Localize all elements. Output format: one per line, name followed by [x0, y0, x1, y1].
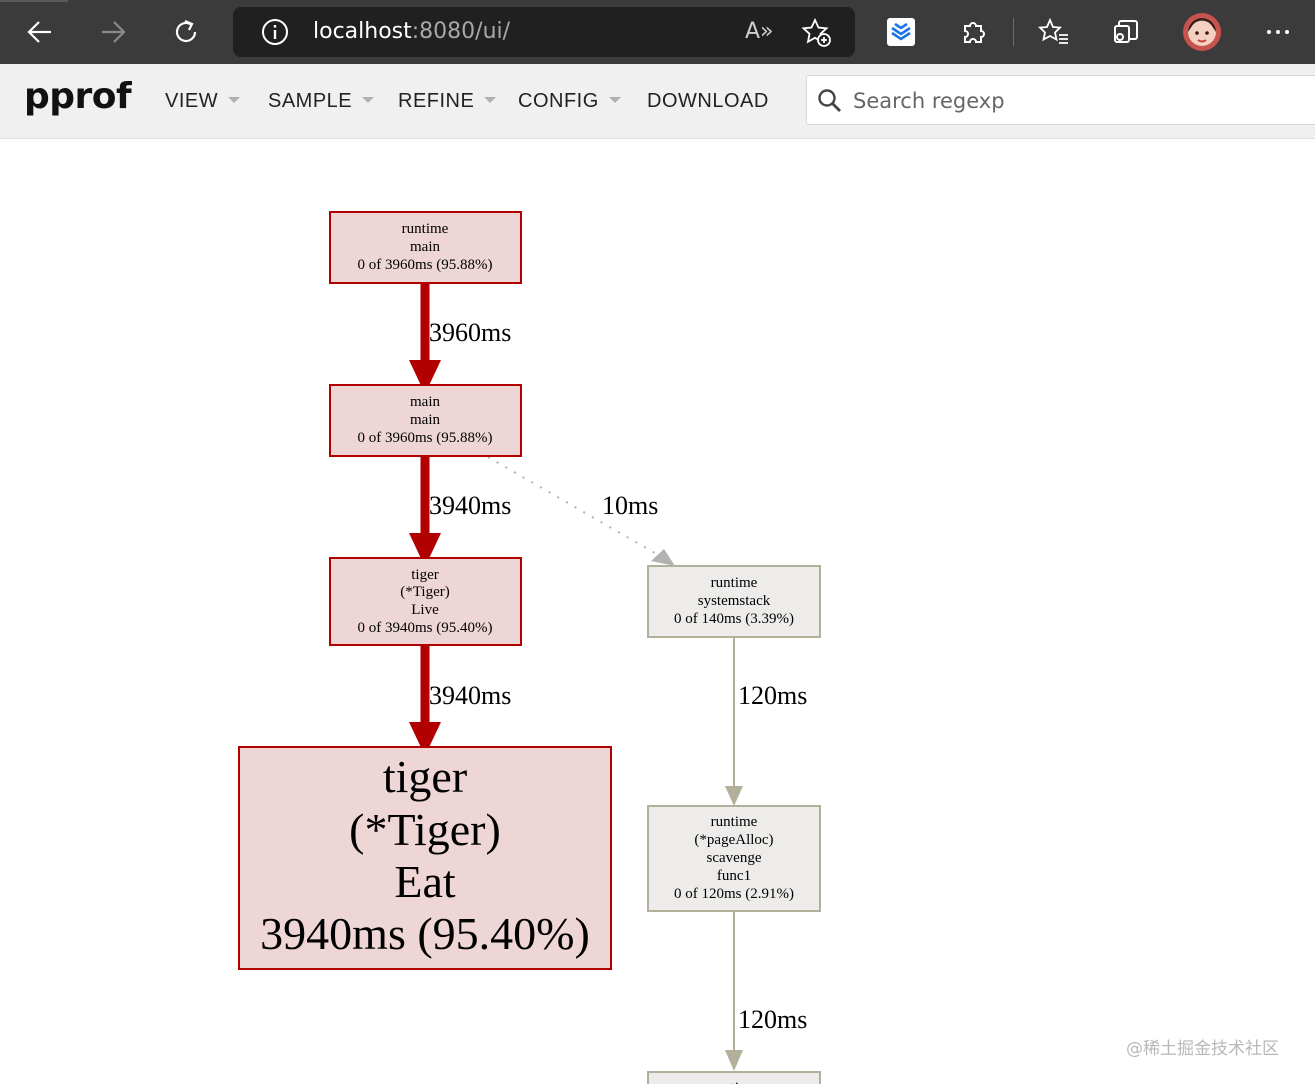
url-path: :8080/ui/ — [411, 19, 511, 44]
browser-toolbar: localhost:8080/ui/ A» — [0, 0, 1315, 64]
address-bar[interactable]: localhost:8080/ui/ A» — [233, 7, 855, 57]
node-label-line: runtime — [402, 221, 449, 237]
edge-label: 10ms — [602, 491, 658, 520]
edge-label: 120ms — [738, 681, 807, 710]
node-label-line: runtime — [711, 1080, 758, 1084]
node-label-line: 0 of 3960ms (95.88%) — [358, 430, 493, 446]
node-label-line: 0 of 3940ms (95.40%) — [358, 620, 493, 636]
chevron-down-icon — [362, 97, 375, 103]
avatar — [1183, 13, 1221, 51]
active-tab-accent — [0, 0, 68, 2]
node-label-line: Live — [411, 602, 439, 618]
edge-runtime-main-to-main-main[interactable]: 3960ms — [409, 284, 511, 394]
layers-extension-icon — [887, 18, 915, 46]
pprof-header: pprof VIEW SAMPLE REFINE CONFIG DOWNLOAD — [0, 64, 1315, 139]
menu-download[interactable]: DOWNLOAD — [647, 90, 769, 113]
edge-label: 120ms — [738, 1005, 807, 1034]
node-tiger-live[interactable]: tiger (*Tiger) Live 0 of 3940ms (95.40%) — [329, 557, 522, 646]
menu-refine[interactable]: REFINE — [398, 90, 497, 113]
favorites-list-icon — [1038, 17, 1068, 44]
node-label-line: 0 of 140ms (3.39%) — [674, 611, 794, 627]
chevron-down-icon — [484, 97, 497, 103]
site-info-icon[interactable] — [261, 18, 289, 46]
menu-view[interactable]: VIEW — [165, 90, 241, 113]
forward-arrow-icon — [102, 21, 126, 43]
extension-button[interactable] — [881, 12, 921, 52]
refresh-button[interactable] — [166, 12, 206, 52]
node-partial-bottom[interactable]: runtime — [647, 1071, 821, 1084]
node-label-line: (*Tiger) — [400, 584, 449, 600]
add-favorite-icon[interactable] — [801, 17, 833, 49]
node-label-line: scavenge — [707, 850, 762, 866]
toolbar-separator — [1013, 18, 1014, 46]
chevron-down-icon — [608, 97, 621, 103]
edge-main-main-to-systemstack[interactable]: 10ms — [487, 456, 675, 566]
node-label-line: 3940ms (95.40%) — [260, 908, 590, 959]
menu-config[interactable]: CONFIG — [518, 90, 621, 113]
node-label-line: runtime — [711, 575, 758, 591]
menu-download-label: DOWNLOAD — [647, 90, 769, 112]
read-aloud-icon[interactable]: A» — [745, 19, 774, 44]
puzzle-icon — [964, 22, 985, 43]
node-label-line: systemstack — [698, 593, 771, 609]
menu-view-label: VIEW — [165, 90, 219, 112]
refresh-icon — [175, 19, 197, 43]
search-icon — [818, 89, 841, 112]
edge-label: 3960ms — [429, 318, 511, 347]
edge-tiger-live-to-tiger-eat[interactable]: 3940ms — [409, 646, 511, 756]
more-dots-icon — [1267, 30, 1289, 34]
node-label-line: Eat — [394, 856, 456, 907]
node-label-line: main — [410, 394, 440, 410]
favorites-button[interactable] — [1034, 12, 1074, 52]
watermark: @稀土掘金技术社区 — [1126, 1039, 1279, 1059]
menu-sample[interactable]: SAMPLE — [268, 90, 375, 113]
back-button[interactable] — [20, 12, 60, 52]
node-label-line: tiger — [411, 567, 439, 583]
node-label-line: func1 — [717, 868, 751, 884]
profile-button[interactable] — [1182, 12, 1222, 52]
node-main-main[interactable]: main main 0 of 3960ms (95.88%) — [329, 384, 522, 457]
node-label-line: (*Tiger) — [349, 804, 501, 855]
edge-main-main-to-tiger-live[interactable]: 3940ms — [409, 457, 511, 567]
node-label-line: (*pageAlloc) — [694, 832, 773, 848]
node-label-line: main — [410, 412, 440, 428]
edge-scavenge-to-next[interactable]: 120ms — [725, 912, 807, 1071]
node-label-line: tiger — [383, 751, 467, 802]
node-label-line: 0 of 3960ms (95.88%) — [358, 257, 493, 273]
settings-more-button[interactable] — [1258, 12, 1298, 52]
node-label-line: main — [410, 239, 440, 255]
chevron-down-icon — [228, 97, 241, 103]
call-graph[interactable]: 3960ms 3940ms 3940ms 10ms 120ms 120ms ru… — [0, 138, 1315, 1084]
edge-label: 3940ms — [429, 681, 511, 710]
node-runtime-scavenge[interactable]: runtime (*pageAlloc) scavenge func1 0 of… — [647, 805, 821, 912]
collections-icon — [1114, 20, 1138, 43]
collections-button[interactable] — [1106, 12, 1146, 52]
menu-config-label: CONFIG — [518, 90, 599, 112]
node-runtime-systemstack[interactable]: runtime systemstack 0 of 140ms (3.39%) — [647, 565, 821, 638]
menu-refine-label: REFINE — [398, 90, 475, 112]
url-host: localhost — [313, 19, 412, 44]
node-tiger-eat[interactable]: tiger (*Tiger) Eat 3940ms (95.40%) — [238, 746, 612, 970]
node-label-line: 0 of 120ms (2.91%) — [674, 886, 794, 902]
extensions-button[interactable] — [954, 12, 994, 52]
menu-sample-label: SAMPLE — [268, 90, 353, 112]
search-box[interactable] — [806, 75, 1315, 125]
node-label-line: runtime — [711, 814, 758, 830]
edge-label: 3940ms — [429, 491, 511, 520]
edge-systemstack-to-scavenge[interactable]: 120ms — [725, 638, 807, 806]
pprof-logo[interactable]: pprof — [24, 76, 132, 117]
search-input[interactable] — [851, 84, 1305, 118]
node-runtime-main[interactable]: runtime main 0 of 3960ms (95.88%) — [329, 211, 522, 284]
back-arrow-icon — [27, 21, 51, 43]
forward-button[interactable] — [93, 12, 133, 52]
url-text[interactable]: localhost:8080/ui/ — [313, 19, 510, 44]
